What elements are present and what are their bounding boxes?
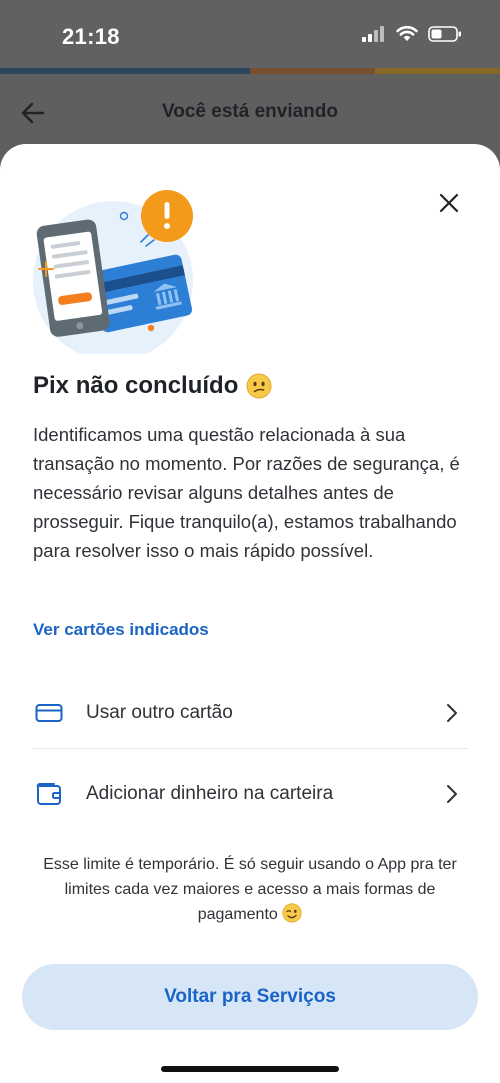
close-icon[interactable] <box>438 192 460 214</box>
option-label: Usar outro cartão <box>86 701 233 723</box>
status-bar: 21:18 <box>0 0 500 68</box>
back-to-services-button[interactable]: Voltar pra Serviços <box>22 964 478 1030</box>
status-icons <box>362 26 462 42</box>
chevron-right-icon <box>447 785 457 803</box>
confused-face-emoji <box>246 373 272 399</box>
bottom-sheet: Pix não concluído Identificamos uma ques… <box>0 144 500 1083</box>
status-time: 21:18 <box>62 24 120 49</box>
sheet-title-text: Pix não concluído <box>33 372 239 399</box>
use-other-card-option[interactable]: Usar outro cartão <box>32 677 468 749</box>
header-title: Você está enviando <box>162 101 338 122</box>
signal-icon <box>362 26 384 42</box>
add-money-wallet-option[interactable]: Adicionar dinheiro na carteira <box>32 764 468 824</box>
chevron-right-icon <box>447 703 457 722</box>
limit-note: Esse limite é temporário. É só seguir us… <box>40 852 460 927</box>
wifi-icon <box>396 26 418 41</box>
limit-note-text: Esse limite é temporário. É só seguir us… <box>43 856 457 923</box>
see-suggested-cards-link[interactable]: Ver cartões indicados <box>33 620 209 640</box>
credit-card-icon <box>35 703 63 722</box>
sheet-body: Identificamos uma questão relacionada à … <box>33 424 460 561</box>
wallet-icon <box>36 783 61 805</box>
phone-card-alert-illustration <box>33 190 193 354</box>
battery-icon <box>428 26 461 42</box>
sheet-title: Pix não concluído <box>33 372 272 400</box>
option-label: Adicionar dinheiro na carteira <box>86 783 334 804</box>
home-indicator <box>161 1066 339 1072</box>
winking-face-emoji <box>282 903 302 923</box>
page-header: Você está enviando <box>0 74 500 154</box>
